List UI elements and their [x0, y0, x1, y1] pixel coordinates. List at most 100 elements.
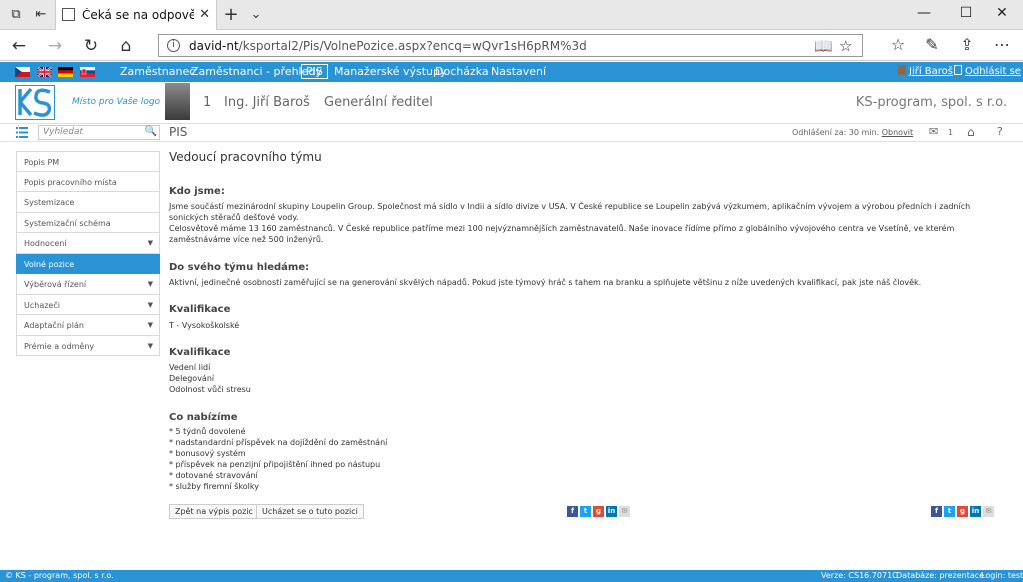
- sidebar-item-label: Hodnocení: [24, 239, 67, 248]
- new-tab-icon[interactable]: +: [223, 6, 239, 24]
- twitter-icon[interactable]: t: [944, 506, 955, 517]
- back-to-list-button[interactable]: Zpět na výpis pozic: [169, 504, 259, 519]
- reading-view-icon[interactable]: 📖: [814, 37, 833, 55]
- sidebar-item-label: Volné pozice: [24, 259, 75, 269]
- sidebar-item-label: Popis PM: [24, 158, 60, 167]
- user-link[interactable]: Jiří Baroš: [898, 65, 953, 77]
- maximize-icon[interactable]: ☐: [956, 5, 976, 21]
- uk-flag-icon[interactable]: [37, 67, 52, 77]
- site-info-icon[interactable]: i: [167, 39, 180, 52]
- slovak-flag-icon[interactable]: [80, 67, 95, 77]
- menu-dochazka[interactable]: Docházka: [435, 65, 489, 78]
- sidebar-item-hodnoceni[interactable]: Hodnocení ▼: [16, 233, 160, 254]
- close-tab-icon[interactable]: ✕: [199, 7, 210, 22]
- twitter-icon[interactable]: t: [580, 506, 591, 517]
- home-icon[interactable]: ⌂: [115, 36, 137, 56]
- share-icon[interactable]: ⇪: [956, 35, 978, 54]
- user-number: 1: [203, 95, 212, 110]
- menu-pis[interactable]: PIS: [301, 64, 328, 79]
- section-heading-co-nabizime: Co nabízíme: [169, 412, 238, 423]
- nabizime-item: * nadstandardní příspěvek na dojíždění d…: [169, 438, 388, 447]
- kdo-jsme-paragraph-2: Celosvětově máme 13 160 zaměstnanců. V Č…: [169, 224, 955, 244]
- browser-tab-bar: ⧉ ⇤ Čeká se na odpověď ze ✕ + ⌄ — ☐ ✕: [0, 0, 1023, 30]
- google-plus-icon[interactable]: g: [957, 506, 968, 517]
- czech-flag-icon[interactable]: [15, 67, 30, 77]
- search-placeholder: Vyhledat: [43, 127, 83, 137]
- url-path: /ksportal2/Pis/VolnePozice.aspx?encq=wQv…: [238, 39, 587, 53]
- page-icon: [62, 8, 75, 21]
- help-icon[interactable]: ?: [997, 125, 1003, 138]
- menu-zamestnanec[interactable]: Zaměstnanec: [120, 65, 195, 78]
- sidebar-item-popis-pracovniho-mista[interactable]: Popis pracovního místa: [16, 171, 160, 192]
- logout-link[interactable]: Odhlásit se: [954, 65, 1021, 77]
- back-icon[interactable]: ←: [8, 36, 30, 56]
- sidebar-item-label: Prémie a odměny: [24, 341, 95, 351]
- footer-login: Login: test: [981, 571, 1023, 580]
- menu-manazerske-vystupy[interactable]: Manažerské výstupy: [334, 65, 447, 78]
- nabizime-item: * příspěvek na penzijní připojištění ihn…: [169, 460, 381, 469]
- tab-list-chevron-icon[interactable]: ⌄: [248, 7, 264, 23]
- search-icon[interactable]: 🔍: [145, 126, 157, 137]
- company-name: KS-program, spol. s r.o.: [855, 95, 1007, 110]
- chevron-down-icon: ▼: [147, 239, 153, 247]
- menu-nastaveni[interactable]: Nastavení: [491, 65, 546, 78]
- mail-icon[interactable]: ✉: [929, 125, 938, 138]
- renew-link[interactable]: Obnovit: [882, 128, 913, 137]
- more-icon[interactable]: ⋯: [991, 35, 1013, 54]
- sidebar-item-adaptacni-plan[interactable]: Adaptační plán ▼: [16, 315, 160, 336]
- email-share-icon[interactable]: ✉: [983, 506, 994, 517]
- sidebar-item-volne-pozice[interactable]: Volné pozice: [16, 253, 160, 274]
- section-heading-kdo-jsme: Kdo jsme:: [169, 186, 225, 197]
- kvalifikace-2-item: Vedení lidí: [169, 363, 211, 372]
- sidebar-item-premie-a-odmeny[interactable]: Prémie a odměny ▼: [16, 335, 160, 356]
- german-flag-icon[interactable]: [58, 67, 73, 77]
- user-role: Generální ředitel: [324, 95, 433, 110]
- sidebar-item-vyberova-rizeni[interactable]: Výběrová řízení ▼: [16, 274, 160, 295]
- facebook-icon[interactable]: f: [931, 506, 942, 517]
- search-input[interactable]: Vyhledat 🔍: [38, 125, 160, 140]
- section-heading-kvalifikace-1: Kvalifikace: [169, 304, 231, 315]
- tab-title: Čeká se na odpověď ze: [82, 8, 194, 22]
- forward-icon[interactable]: →: [44, 36, 66, 56]
- sidebar: Popis PM Popis pracovního místa Systemiz…: [16, 151, 160, 356]
- linkedin-icon[interactable]: in: [606, 506, 617, 517]
- logo-tagline: Místo pro Vaše logo: [72, 97, 161, 107]
- close-window-icon[interactable]: ✕: [992, 5, 1012, 21]
- pen-icon[interactable]: ✎: [921, 35, 943, 54]
- footer-copyright: © KS - program, spol. s r.o.: [5, 571, 114, 580]
- section-heading-hledame: Do svého týmu hledáme:: [169, 262, 310, 273]
- sidebar-item-systemizacni-schema[interactable]: Systemizační schéma: [16, 212, 160, 233]
- section-heading-kvalifikace-2: Kvalifikace: [169, 347, 231, 358]
- tab-actions-icon[interactable]: ⧉: [8, 7, 24, 23]
- url-field[interactable]: i david-nt/ksportal2/Pis/VolnePozice.asp…: [158, 34, 863, 57]
- set-aside-tabs-icon[interactable]: ⇤: [33, 7, 49, 23]
- menu-list-icon[interactable]: [16, 127, 28, 138]
- sidebar-item-label: Uchazeči: [24, 300, 60, 310]
- home-icon[interactable]: ⌂: [967, 125, 975, 139]
- footer-database: Databáze: prezentace: [896, 571, 985, 580]
- page-title: Vedoucí pracovního týmu: [169, 150, 322, 164]
- apply-button[interactable]: Ucházet se o tuto pozici: [256, 504, 364, 519]
- kvalifikace-2-item: Delegování: [169, 374, 215, 383]
- sidebar-item-popis-pm[interactable]: Popis PM: [16, 151, 160, 172]
- sidebar-item-systemizace[interactable]: Systemizace: [16, 192, 160, 213]
- email-share-icon[interactable]: ✉: [619, 506, 630, 517]
- mail-count: 1: [948, 128, 954, 137]
- logout-label: Odhlásit se: [965, 66, 1021, 77]
- top-navigation: Zaměstnanec Zaměstnanci - přehledy PIS M…: [0, 62, 1023, 82]
- google-plus-icon[interactable]: g: [593, 506, 604, 517]
- facebook-icon[interactable]: f: [567, 506, 578, 517]
- minimize-icon[interactable]: —: [914, 5, 934, 21]
- user-fullname: Ing. Jiří Baroš: [224, 95, 310, 110]
- nabizime-item: * dotované stravování: [169, 471, 258, 480]
- refresh-icon[interactable]: ↻: [80, 36, 102, 56]
- linkedin-icon[interactable]: in: [970, 506, 981, 517]
- browser-tab[interactable]: Čeká se na odpověď ze ✕: [55, 0, 217, 30]
- user-name: Jiří Baroš: [909, 66, 954, 77]
- kvalifikace-1-item: T - Vysokoškolské: [169, 321, 240, 330]
- favorite-star-icon[interactable]: ☆: [839, 37, 852, 55]
- chevron-down-icon: ▼: [147, 341, 153, 350]
- address-bar: ← → ↻ ⌂ i david-nt/ksportal2/Pis/VolnePo…: [0, 30, 1023, 61]
- sidebar-item-uchazeci[interactable]: Uchazeči ▼: [16, 294, 160, 315]
- favorites-hub-icon[interactable]: ☆: [887, 35, 909, 54]
